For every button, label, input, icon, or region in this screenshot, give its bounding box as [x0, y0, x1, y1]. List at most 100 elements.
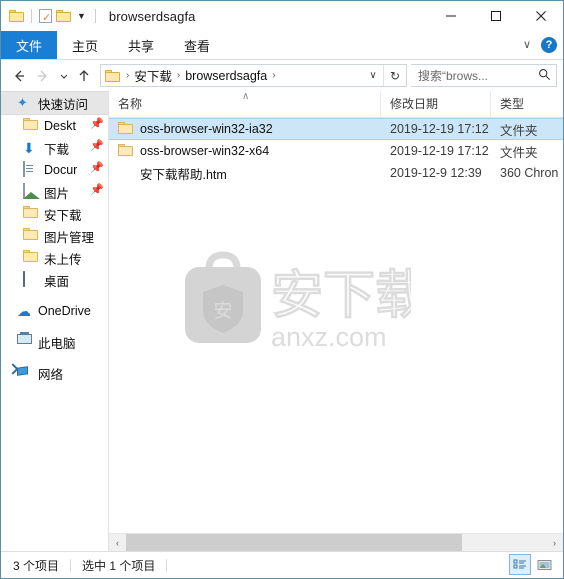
table-row[interactable]: 安下载帮助.htm 2019-12-9 12:39 360 Chron	[109, 162, 563, 184]
expand-ribbon-icon[interactable]: ∨	[523, 39, 531, 51]
checkmark-icon: ✓	[42, 12, 52, 24]
ribbon-tabs: 文件 主页 共享 查看 ∨ ?	[1, 31, 563, 60]
toolbar-divider-2	[94, 9, 96, 23]
sidebar-item-anxiazai[interactable]: 安下载	[1, 203, 108, 225]
sidebar-item-not-uploaded[interactable]: 未上传	[1, 247, 108, 269]
network-icon	[17, 365, 33, 381]
explorer-body: ✦ 快速访问 Deskt 📌 ⬇ 下载 📌 Docur 📌 图片 📌 安下载 图…	[1, 91, 563, 551]
sidebar-item-onedrive[interactable]: ☁ OneDrive	[1, 300, 108, 322]
sidebar-item-documents[interactable]: Docur 📌	[1, 159, 108, 181]
navigation-pane: ✦ 快速访问 Deskt 📌 ⬇ 下载 📌 Docur 📌 图片 📌 安下载 图…	[1, 91, 109, 551]
search-input[interactable]: 搜索“brows...	[411, 64, 557, 87]
back-button[interactable]	[7, 64, 31, 88]
selection-label: 选中 1 个项目	[82, 558, 156, 573]
status-divider-2	[166, 558, 168, 572]
tab-view[interactable]: 查看	[169, 31, 225, 59]
svg-text:安: 安	[213, 300, 232, 322]
properties-icon[interactable]: ✓	[39, 9, 52, 24]
item-count-label: 3 个项目	[13, 558, 60, 573]
folder-icon[interactable]	[9, 10, 24, 22]
tab-share[interactable]: 共享	[113, 31, 169, 59]
breadcrumb-bar[interactable]: › 安下载 › browserdsagfa › ∨ ↻	[100, 64, 407, 87]
file-name-label: oss-browser-win32-ia32	[140, 122, 273, 136]
sidebar-item-label: Docur	[44, 163, 78, 177]
download-icon: ⬇	[23, 140, 35, 156]
title-bar: ✓ ▼ browserdsagfa	[1, 1, 563, 31]
breadcrumb-folder-icon[interactable]	[105, 69, 120, 82]
sidebar-item-label: 图片管理	[44, 230, 95, 245]
scroll-left-icon[interactable]: ‹	[109, 534, 126, 551]
address-bar: › 安下载 › browserdsagfa › ∨ ↻ 搜索“brows...	[1, 60, 563, 91]
sidebar-item-downloads[interactable]: ⬇ 下载 📌	[1, 137, 108, 159]
column-header-type[interactable]: 类型	[491, 91, 564, 117]
sidebar-item-label: 安下载	[44, 208, 82, 223]
sidebar-item-quick-access[interactable]: ✦ 快速访问	[1, 91, 108, 115]
up-button[interactable]	[72, 64, 96, 88]
scroll-right-icon[interactable]: ›	[546, 534, 563, 551]
view-mode-buttons	[509, 554, 555, 575]
maximize-button[interactable]	[473, 1, 518, 31]
refresh-button[interactable]: ↻	[383, 65, 406, 86]
pin-icon[interactable]: 📌	[90, 185, 104, 196]
details-view-button[interactable]	[509, 554, 531, 575]
sidebar-item-label: 未上传	[44, 252, 82, 267]
breadcrumb-item-0[interactable]: 安下载	[133, 66, 173, 85]
horizontal-scrollbar[interactable]: ‹ ›	[109, 533, 563, 551]
new-folder-icon[interactable]	[56, 10, 71, 22]
breadcrumb-separator-3[interactable]: ›	[268, 70, 279, 81]
sidebar-item-pictures[interactable]: 图片 📌	[1, 181, 108, 203]
large-icons-view-button[interactable]	[533, 554, 555, 575]
sidebar-item-label: 下载	[44, 142, 70, 157]
help-icon[interactable]: ?	[541, 37, 557, 53]
scrollbar-thumb[interactable]	[126, 534, 462, 551]
column-header-date[interactable]: 修改日期	[381, 91, 491, 117]
tab-file[interactable]: 文件	[1, 31, 58, 59]
folder-icon	[23, 206, 39, 222]
sidebar-item-this-pc[interactable]: 此电脑	[1, 331, 108, 353]
scrollbar-track[interactable]	[126, 534, 546, 551]
star-icon: ✦	[17, 95, 28, 110]
table-row[interactable]: oss-browser-win32-x64 2019-12-19 17:12 文…	[109, 140, 563, 162]
address-dropdown-icon[interactable]: ∨	[363, 70, 383, 81]
sidebar-item-network[interactable]: 网络	[1, 362, 108, 384]
pin-icon[interactable]: 📌	[90, 163, 104, 174]
monitor-icon	[23, 271, 39, 288]
forward-button[interactable]	[31, 64, 55, 88]
sidebar-item-picture-manage[interactable]: 图片管理	[1, 225, 108, 247]
folder-icon	[118, 144, 134, 158]
sidebar-item-desktop-2[interactable]: 桌面	[1, 269, 108, 291]
file-name-cell: oss-browser-win32-x64	[109, 144, 381, 158]
breadcrumb-separator-2[interactable]: ›	[173, 70, 184, 81]
minimize-button[interactable]	[428, 1, 473, 31]
column-headers: 名称 修改日期 类型 ∧	[109, 91, 563, 118]
chevron-down-icon[interactable]: ▼	[75, 11, 88, 21]
folder-icon	[23, 250, 39, 266]
sidebar-item-desktop[interactable]: Deskt 📌	[1, 115, 108, 137]
toolbar-divider	[31, 9, 32, 23]
tab-home[interactable]: 主页	[57, 31, 113, 59]
breadcrumb-separator-1[interactable]: ›	[122, 70, 133, 81]
picture-icon	[23, 183, 39, 200]
svg-text:anxz.com: anxz.com	[271, 322, 387, 352]
watermark-logo: 安 安下载 anxz.com	[171, 241, 428, 356]
sidebar-item-label: 网络	[38, 367, 64, 382]
recent-locations-icon[interactable]	[55, 64, 72, 88]
pin-icon[interactable]: 📌	[90, 141, 104, 152]
table-row[interactable]: oss-browser-win32-ia32 2019-12-19 17:12 …	[109, 118, 563, 140]
pin-icon[interactable]: 📌	[90, 119, 104, 130]
pc-icon	[17, 334, 33, 350]
breadcrumb-item-1[interactable]: browserdsagfa	[184, 69, 268, 83]
search-icon[interactable]	[538, 68, 551, 84]
sidebar-item-label: 图片	[44, 186, 70, 201]
close-button[interactable]	[518, 1, 563, 31]
status-bar: 3 个项目 选中 1 个项目	[1, 551, 563, 578]
svg-text:安下载: 安下载	[271, 266, 411, 326]
file-type-cell: 文件夹	[500, 145, 538, 160]
file-type-cell: 文件夹	[500, 123, 538, 138]
sidebar-item-label: OneDrive	[38, 304, 91, 318]
file-date-cell: 2019-12-19 17:12	[390, 122, 489, 136]
file-name-label: oss-browser-win32-x64	[140, 144, 270, 158]
folder-icon	[118, 122, 134, 136]
status-divider	[70, 558, 72, 572]
file-type-cell: 360 Chron	[500, 166, 559, 180]
